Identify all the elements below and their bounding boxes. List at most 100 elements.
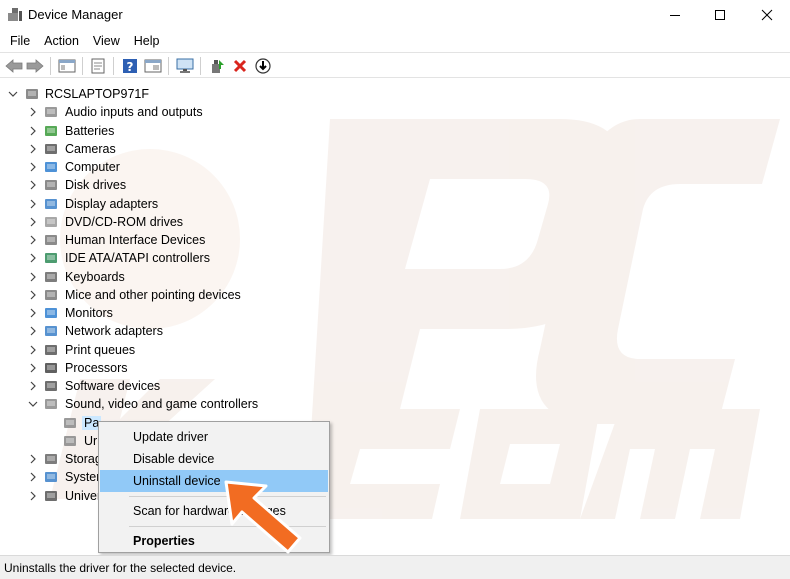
chevron-right-icon[interactable]	[28, 162, 38, 172]
computer-icon	[45, 162, 57, 172]
window-title: Device Manager	[28, 7, 123, 22]
tree-row-category-13[interactable]: Print queues	[0, 341, 790, 359]
update-driver-icon	[212, 60, 224, 73]
tree-row-category-12[interactable]: Network adapters	[0, 322, 790, 340]
chevron-down-icon[interactable]	[8, 89, 18, 99]
keyboard-icon	[45, 271, 57, 282]
properties-button[interactable]	[88, 56, 108, 76]
tree-label: Monitors	[65, 306, 113, 320]
chevron-right-icon[interactable]	[28, 345, 38, 355]
chevron-right-icon[interactable]	[28, 107, 38, 117]
chevron-right-icon[interactable]	[28, 235, 38, 245]
disk-drive-icon	[45, 180, 57, 191]
tree-label: RCSLAPTOP971F	[45, 87, 149, 101]
tree-label: Print queues	[65, 342, 136, 357]
menu-update-driver[interactable]: Update driver	[100, 426, 328, 448]
download-button[interactable]	[253, 56, 273, 76]
minimize-button[interactable]	[652, 0, 698, 30]
svg-text:?: ?	[127, 60, 134, 74]
battery-icon	[45, 125, 57, 136]
tree-row-category-15[interactable]: Software devices	[0, 377, 790, 395]
forward-icon	[26, 59, 44, 73]
menu-view[interactable]: View	[86, 31, 127, 51]
chevron-right-icon[interactable]	[28, 253, 38, 263]
chevron-right-icon[interactable]	[28, 180, 38, 190]
back-button[interactable]	[4, 56, 24, 76]
network-adapter-icon	[45, 326, 57, 337]
ide-controller-icon	[45, 253, 57, 264]
tree-label: Computer	[65, 160, 120, 174]
chevron-right-icon[interactable]	[28, 363, 38, 373]
chevron-right-icon[interactable]	[28, 290, 38, 300]
tree-row-category-3[interactable]: Computer	[0, 158, 790, 176]
menu-properties[interactable]: Properties	[100, 530, 328, 552]
tree-label: IDE ATA/ATAPI controllers	[65, 251, 210, 266]
details-button[interactable]	[143, 56, 163, 76]
tree-label: Storag	[65, 452, 102, 466]
monitor-icon	[45, 308, 57, 318]
scan-hardware-button[interactable]	[175, 56, 195, 76]
console-tree-button[interactable]	[57, 56, 77, 76]
tree-row-category-6[interactable]: DVD/CD-ROM drives	[0, 213, 790, 231]
chevron-right-icon[interactable]	[28, 308, 38, 318]
chevron-right-icon[interactable]	[28, 326, 38, 336]
software-device-icon	[45, 381, 57, 391]
speaker-icon	[64, 417, 76, 428]
tree-row-category-10[interactable]: Mice and other pointing devices	[0, 286, 790, 304]
usb-icon	[45, 490, 57, 501]
tree-row-category-7[interactable]: Human Interface Devices	[0, 231, 790, 249]
tree-row-category-9[interactable]: Keyboards	[0, 268, 790, 286]
display-adapter-icon	[45, 198, 57, 209]
chevron-right-icon[interactable]	[28, 144, 38, 154]
tree-label: Display adapters	[65, 196, 159, 211]
chevron-right-icon[interactable]	[28, 491, 38, 501]
tree-row-category-4[interactable]: Disk drives	[0, 176, 790, 194]
chevron-right-icon[interactable]	[28, 126, 38, 136]
menu-help[interactable]: Help	[127, 31, 167, 51]
menu-scan-hardware[interactable]: Scan for hardware changes	[100, 500, 328, 522]
maximize-button[interactable]	[697, 0, 743, 30]
chevron-right-icon[interactable]	[28, 199, 38, 209]
close-icon	[761, 9, 773, 21]
processor-icon	[45, 362, 57, 373]
menu-disable-device[interactable]: Disable device	[100, 448, 328, 470]
dvd-drive-icon	[45, 216, 57, 227]
menu-uninstall-device[interactable]: Uninstall device	[100, 470, 328, 492]
tree-row-category-11[interactable]: Monitors	[0, 304, 790, 322]
minimize-icon	[670, 15, 680, 16]
tree-row-category-0[interactable]: Audio inputs and outputs	[0, 103, 790, 121]
tree-label: Cameras	[65, 141, 116, 156]
status-text: Uninstalls the driver for the selected d…	[4, 561, 237, 575]
forward-button[interactable]	[25, 56, 45, 76]
details-icon	[144, 59, 162, 73]
tree-label: DVD/CD-ROM drives	[65, 214, 184, 229]
chevron-right-icon[interactable]	[28, 472, 38, 482]
help-button[interactable]: ?	[120, 56, 140, 76]
help-icon: ?	[123, 59, 137, 74]
tree-label: Univer	[65, 488, 102, 503]
system-devices-icon	[45, 472, 57, 483]
tree-label: Batteries	[65, 123, 115, 138]
tree-label: Network adapters	[65, 324, 163, 339]
uninstall-button[interactable]	[230, 56, 250, 76]
context-menu: Update driver Disable device Uninstall d…	[98, 421, 330, 553]
camera-icon	[45, 143, 57, 154]
chevron-right-icon[interactable]	[28, 454, 38, 464]
menu-file[interactable]: File	[0, 31, 37, 51]
tree-row-root[interactable]: RCSLAPTOP971F	[0, 85, 790, 103]
tree-row-category-2[interactable]: Cameras	[0, 140, 790, 158]
tree-row-category-1[interactable]: Batteries	[0, 122, 790, 140]
tree-row-category-14[interactable]: Processors	[0, 359, 790, 377]
menu-action[interactable]: Action	[37, 31, 86, 51]
chevron-right-icon[interactable]	[28, 217, 38, 227]
tree-row-category-16[interactable]: Sound, video and game controllers	[0, 395, 790, 413]
chevron-right-icon[interactable]	[28, 272, 38, 282]
chevron-down-icon[interactable]	[28, 399, 38, 409]
maximize-icon	[715, 10, 725, 20]
tree-row-category-5[interactable]: Display adapters	[0, 195, 790, 213]
close-button[interactable]	[744, 0, 790, 30]
chevron-right-icon[interactable]	[28, 381, 38, 391]
toolbar: ?	[0, 52, 790, 78]
tree-row-category-8[interactable]: IDE ATA/ATAPI controllers	[0, 249, 790, 267]
update-driver-button[interactable]	[207, 56, 227, 76]
